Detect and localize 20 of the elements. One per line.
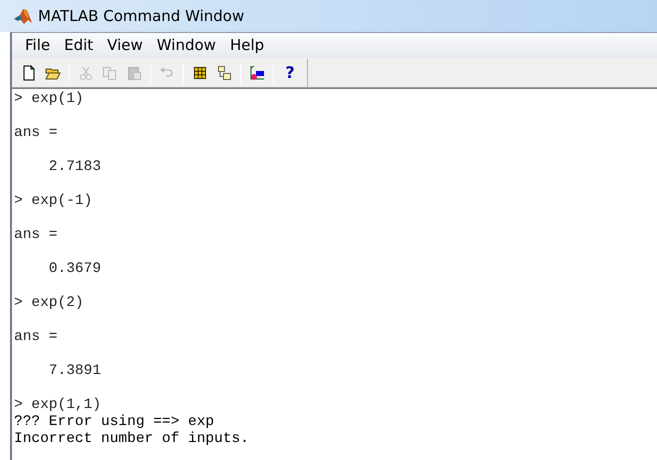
command-line: > exp(1) (14, 91, 84, 107)
menu-item[interactable]: Edit (57, 33, 100, 58)
command-line: > exp(1,1) (14, 397, 102, 413)
help-button[interactable]: ? (279, 62, 301, 84)
output-line: 0.3679 (48, 261, 102, 277)
error-message: ??? Error using ==> exp (14, 414, 214, 430)
menu-item[interactable]: Help (222, 33, 272, 58)
output-line: ans = (14, 125, 58, 141)
error-message: Incorrect number of inputs. (14, 431, 249, 447)
output-line: 7.3891 (48, 363, 102, 379)
command-line: > exp(2) (14, 295, 84, 311)
menu-item[interactable]: File (18, 33, 58, 58)
output-line: 2.7183 (48, 159, 102, 175)
window-title: MATLAB Command Window (38, 6, 244, 27)
output-line: ans = (14, 227, 58, 243)
menu-item[interactable]: View (100, 33, 150, 58)
command-line: > exp(-1) (14, 193, 92, 209)
matlab-logo-icon (13, 7, 33, 25)
output-line: ans = (14, 329, 58, 345)
menu-item[interactable]: Window (150, 33, 223, 58)
